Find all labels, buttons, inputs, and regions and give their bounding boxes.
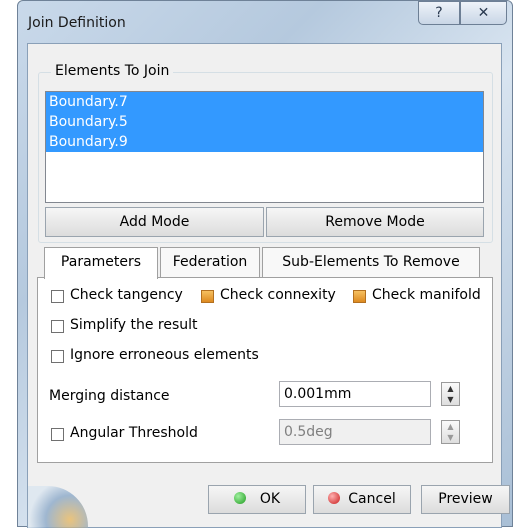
check-connexity-label: Check connexity bbox=[220, 287, 336, 303]
angular-threshold-input[interactable]: 0.5deg bbox=[279, 419, 431, 445]
preview-button[interactable]: Preview bbox=[421, 485, 510, 514]
ignore-erroneous-label: Ignore erroneous elements bbox=[70, 347, 259, 363]
check-connexity-checkbox[interactable] bbox=[201, 290, 214, 303]
add-mode-button[interactable]: Add Mode bbox=[45, 207, 264, 237]
ignore-erroneous-checkbox[interactable] bbox=[51, 350, 64, 363]
elements-to-join-label: Elements To Join bbox=[51, 63, 174, 79]
check-tangency-label: Check tangency bbox=[70, 287, 183, 303]
dialog-window: Join Definition ? ✕ Elements To Join Bou… bbox=[17, 0, 513, 528]
check-manifold-label: Check manifold bbox=[372, 287, 481, 303]
merging-distance-spinner[interactable]: ▲ ▼ bbox=[441, 382, 460, 406]
list-item[interactable]: Boundary.5 bbox=[46, 112, 483, 132]
simplify-result-checkbox[interactable] bbox=[51, 320, 64, 333]
tab-sub-elements-to-remove[interactable]: Sub-Elements To Remove bbox=[262, 247, 480, 277]
angular-threshold-checkbox[interactable] bbox=[51, 428, 64, 441]
cancel-icon bbox=[328, 492, 341, 504]
simplify-result-label: Simplify the result bbox=[70, 317, 198, 333]
parameters-panel: Check tangency Check connexity Check man… bbox=[37, 277, 493, 463]
elements-to-join-group: Elements To Join Boundary.7 Boundary.5 B… bbox=[38, 63, 493, 243]
cancel-label: Cancel bbox=[348, 491, 396, 507]
tab-parameters[interactable]: Parameters bbox=[44, 247, 158, 279]
elements-list[interactable]: Boundary.7 Boundary.5 Boundary.9 bbox=[45, 91, 484, 203]
help-icon: ? bbox=[435, 5, 443, 21]
help-button[interactable]: ? bbox=[418, 1, 460, 25]
tab-federation[interactable]: Federation bbox=[160, 247, 260, 277]
list-item[interactable]: Boundary.7 bbox=[46, 92, 483, 112]
check-tangency-checkbox[interactable] bbox=[51, 290, 64, 303]
angular-threshold-spinner[interactable]: ▲ ▼ bbox=[441, 420, 460, 444]
check-manifold-checkbox[interactable] bbox=[353, 290, 366, 303]
dialog-body: Elements To Join Boundary.7 Boundary.5 B… bbox=[27, 43, 510, 528]
close-button[interactable]: ✕ bbox=[460, 1, 507, 25]
window-title: Join Definition bbox=[28, 15, 126, 31]
ok-icon bbox=[233, 492, 246, 504]
angular-threshold-label: Angular Threshold bbox=[70, 425, 198, 441]
close-icon: ✕ bbox=[477, 5, 490, 21]
list-item[interactable]: Boundary.9 bbox=[46, 132, 483, 152]
catia-logo bbox=[28, 486, 88, 528]
merging-distance-label: Merging distance bbox=[49, 388, 170, 404]
remove-mode-button[interactable]: Remove Mode bbox=[266, 207, 484, 237]
cancel-button[interactable]: Cancel bbox=[313, 485, 411, 514]
merging-distance-input[interactable]: 0.001mm bbox=[279, 381, 431, 407]
ok-label: OK bbox=[259, 491, 281, 507]
ok-button[interactable]: OK bbox=[208, 485, 306, 514]
